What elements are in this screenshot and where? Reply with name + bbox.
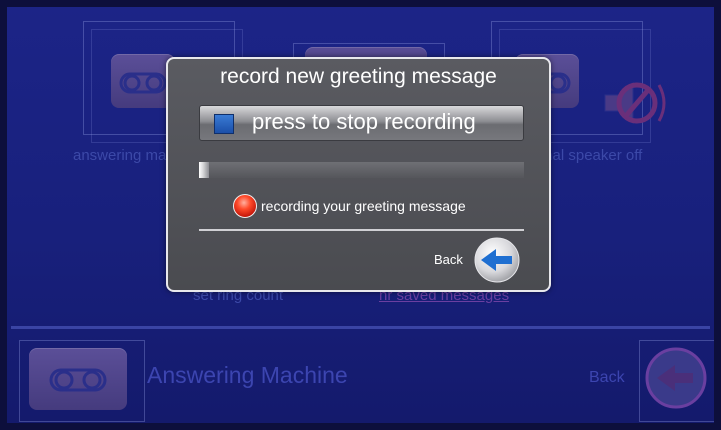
footer-divider [11, 326, 710, 329]
footer-tape-button[interactable] [29, 348, 127, 410]
record-greeting-dialog: record new greeting message press to sto… [166, 57, 551, 292]
screen: answering machine internal speaker off s… [7, 7, 714, 423]
dialog-divider [199, 229, 524, 231]
footer-title: Answering Machine [147, 362, 348, 388]
recording-progress-bar [199, 162, 524, 178]
stop-square-icon [214, 114, 234, 134]
dialog-back-label: Back [434, 252, 463, 267]
record-dot-icon [233, 194, 257, 218]
cassette-tape-icon [49, 368, 107, 392]
dialog-back-button[interactable] [474, 237, 520, 283]
recording-status: recording your greeting message [233, 193, 466, 219]
footer-back-button[interactable] [645, 347, 707, 409]
dialog-title: record new greeting message [220, 65, 497, 88]
stop-recording-button[interactable]: press to stop recording [199, 105, 524, 141]
stop-recording-label: press to stop recording [252, 109, 476, 134]
speaker-off-icon [604, 81, 666, 125]
recording-progress-fill [199, 162, 209, 178]
footer-back-label: Back [589, 369, 625, 386]
recording-status-text: recording your greeting message [261, 198, 466, 214]
